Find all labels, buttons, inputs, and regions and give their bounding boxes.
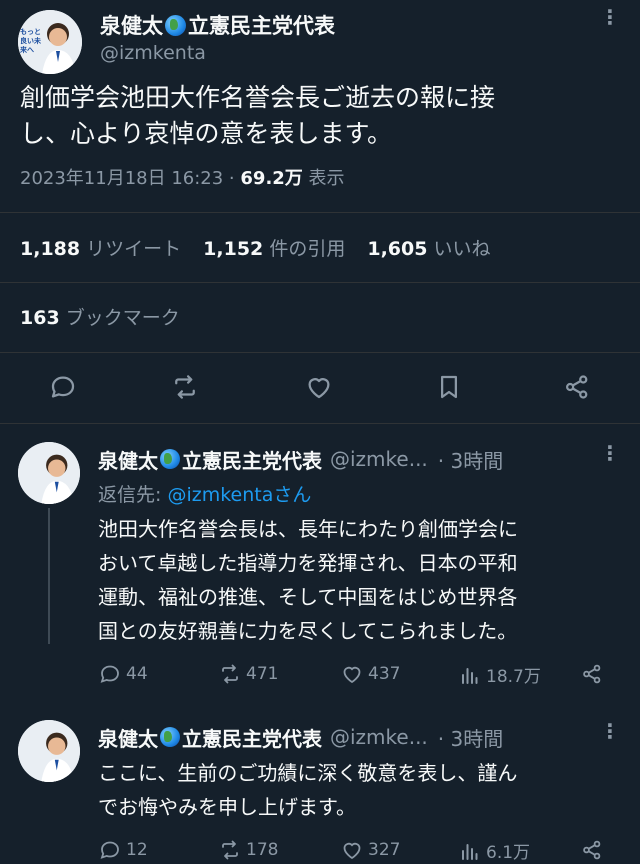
bookmark-button[interactable]: [434, 372, 464, 406]
reply-text: 池田大作名誉会長は、長年にわたり創価学会に おいて卓越した指導力を発揮され、日本…: [98, 512, 628, 648]
retweet-button[interactable]: [170, 372, 200, 406]
reply-reply-button[interactable]: 12: [98, 838, 148, 862]
likes-stat[interactable]: 1,605 いいね: [367, 234, 490, 261]
globe-emoji: [160, 449, 180, 469]
share-button[interactable]: [562, 372, 592, 406]
retweets-count: 1,188: [20, 238, 81, 260]
reply-display-name[interactable]: 泉健太: [98, 445, 158, 474]
reply-time[interactable]: · 3時間: [438, 723, 503, 752]
reply-time[interactable]: · 3時間: [438, 445, 503, 474]
reply-retweet-button[interactable]: 471: [218, 662, 278, 686]
reply-to-handle[interactable]: @izmkentaさん: [167, 484, 311, 506]
reply-handle[interactable]: @izmke...: [330, 725, 428, 749]
reply-display-name[interactable]: 泉健太: [98, 723, 158, 752]
reply-icon: [51, 376, 75, 398]
reply-text-line: おいて卓越した指導力を発揮され、日本の平和: [98, 551, 518, 575]
quotes-count: 1,152: [203, 238, 264, 260]
more-icon[interactable]: ⋮: [598, 721, 622, 741]
share-icon: [565, 375, 588, 399]
reply-like-button[interactable]: 327: [340, 838, 400, 862]
retweet-icon: [222, 664, 238, 684]
author-handle[interactable]: @izmkenta: [100, 42, 206, 64]
reply-views-button[interactable]: 6.1万: [458, 838, 530, 863]
like-icon: [343, 666, 361, 684]
tweet-timestamp[interactable]: 2023年11月18日 16:23 ·: [20, 168, 240, 189]
reply-text: ここに、生前のご功績に深く敬意を表し、謹ん でお悔やみを申し上げます。: [98, 756, 628, 824]
like-button[interactable]: [304, 372, 334, 406]
views-count: 69.2万: [240, 168, 303, 189]
avatar-slogan: もっと良い未来へ: [20, 28, 41, 54]
more-icon[interactable]: ⋮: [598, 7, 622, 27]
author-display-name[interactable]: 泉健太: [100, 10, 163, 40]
share-icon: [583, 664, 601, 684]
retweet-count: 471: [246, 664, 279, 684]
divider: [0, 423, 640, 424]
reply-text-line: 池田大作名誉会長は、長年にわたり創価学会に: [98, 517, 518, 541]
like-icon: [308, 378, 330, 399]
reply-text-line: 運動、福祉の推進、そして中国をはじめ世界各: [98, 585, 518, 609]
like-count: 327: [368, 840, 401, 860]
more-icon[interactable]: ⋮: [598, 443, 622, 463]
views-count: 6.1万: [486, 843, 531, 863]
reply-icon: [100, 841, 119, 859]
share-icon: [583, 840, 601, 860]
reply-text-line: でお悔やみを申し上げます。: [98, 795, 356, 819]
divider: [0, 282, 640, 283]
reply-share-button[interactable]: [580, 838, 604, 864]
retweet-icon: [175, 375, 195, 399]
tweet-text-line: 創価学会池田大作名誉会長ご逝去の報に接: [20, 83, 496, 112]
retweet-icon: [222, 840, 238, 860]
author-avatar[interactable]: もっと良い未来へ: [18, 10, 82, 74]
likes-label: いいね: [433, 238, 491, 260]
reply-reply-button[interactable]: 44: [98, 662, 148, 686]
reply-party[interactable]: 立憲民主党代表: [182, 723, 322, 752]
reply-party[interactable]: 立憲民主党代表: [182, 445, 322, 474]
reply-text-line: ここに、生前のご功績に深く敬意を表し、謹ん: [98, 761, 518, 785]
reply-avatar[interactable]: [18, 442, 80, 504]
reply-count: 44: [126, 664, 148, 684]
reply-header: 泉健太 立憲民主党代表 @izmke... · 3時間: [98, 444, 618, 474]
bookmarks-stat[interactable]: 163 ブックマーク: [20, 303, 180, 330]
quotes-label: 件の引用: [269, 238, 346, 260]
retweet-count: 178: [246, 840, 279, 860]
author-name-row[interactable]: 泉健太 立憲民主党代表: [100, 10, 335, 40]
reply-handle[interactable]: @izmke...: [330, 447, 428, 471]
globe-emoji: [165, 14, 186, 36]
like-icon: [343, 842, 361, 860]
reply-avatar[interactable]: [18, 720, 80, 782]
reply-button[interactable]: [48, 372, 78, 406]
like-count: 437: [368, 664, 401, 684]
tweet-meta: 2023年11月18日 16:23 · 69.2万 表示: [20, 164, 345, 190]
reply-like-button[interactable]: 437: [340, 662, 400, 686]
views-icon: [462, 843, 478, 860]
reply-icon: [100, 665, 119, 683]
author-party[interactable]: 立憲民主党代表: [188, 10, 335, 40]
reply-count: 12: [126, 840, 148, 860]
quotes-stat[interactable]: 1,152 件の引用: [203, 234, 345, 261]
likes-count: 1,605: [367, 238, 428, 260]
tweet-text: 創価学会池田大作名誉会長ご逝去の報に接 し、心より哀悼の意を表します。: [20, 80, 620, 152]
thread-connector: [48, 508, 50, 644]
reply-views-button[interactable]: 18.7万: [458, 662, 541, 687]
bookmarks-count: 163: [20, 307, 60, 329]
retweets-stat[interactable]: 1,188 リツイート: [20, 234, 181, 261]
divider: [0, 212, 640, 213]
divider: [0, 352, 640, 353]
reply-retweet-button[interactable]: 178: [218, 838, 278, 862]
tweet-text-line: し、心より哀悼の意を表します。: [20, 119, 393, 148]
views-label: 表示: [302, 168, 345, 189]
globe-emoji: [160, 727, 180, 747]
reply-header: 泉健太 立憲民主党代表 @izmke... · 3時間: [98, 722, 618, 752]
retweets-label: リツイート: [86, 238, 182, 260]
reply-text-line: 国との友好親善に力を尽くしてこられました。: [98, 619, 518, 643]
reply-share-button[interactable]: [580, 662, 604, 690]
bookmarks-label: ブックマーク: [65, 307, 180, 329]
reply-to-label: 返信先:: [98, 484, 168, 506]
views-count: 18.7万: [486, 667, 541, 687]
bookmark-icon: [441, 375, 457, 399]
engagement-stats: 1,188 リツイート 1,152 件の引用 1,605 いいね: [20, 234, 491, 261]
views-icon: [462, 667, 478, 684]
reply-to: 返信先: @izmkentaさん: [98, 480, 311, 507]
